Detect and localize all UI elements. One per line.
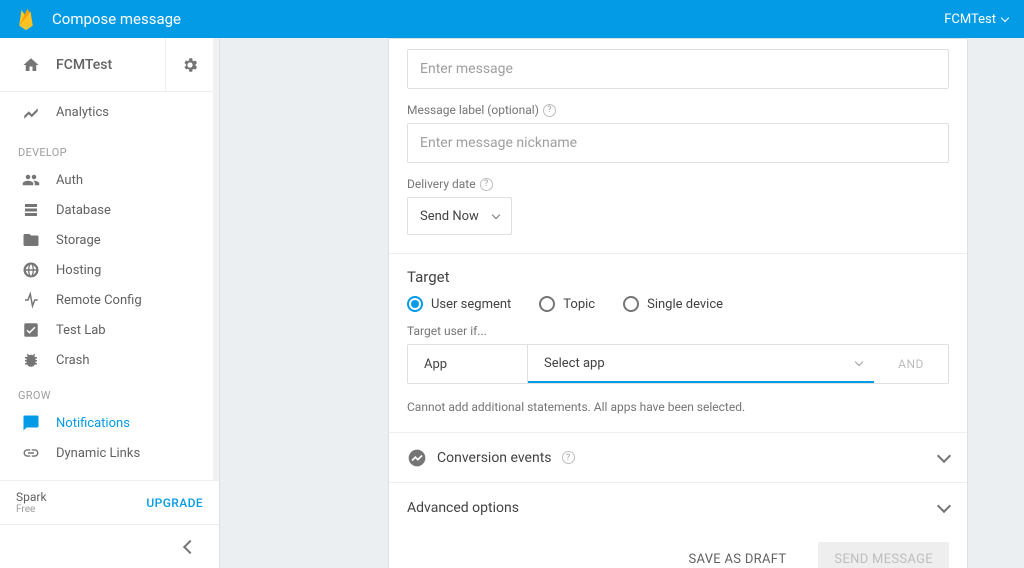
save-draft-button[interactable]: SAVE AS DRAFT [672, 542, 802, 568]
message-label-label: Message label (optional) ? [407, 103, 949, 117]
project-row[interactable]: FCMTest [0, 38, 213, 92]
sidebar-item-label: Analytics [56, 105, 109, 120]
database-icon [22, 201, 40, 219]
chevron-down-icon [855, 357, 863, 365]
sidebar-item-test-lab[interactable]: Test Lab [0, 315, 213, 345]
upgrade-button[interactable]: UPGRADE [146, 496, 203, 510]
analytics-icon [22, 103, 40, 121]
send-message-button[interactable]: SEND MESSAGE [818, 542, 949, 568]
card-footer: SAVE AS DRAFT SEND MESSAGE [389, 532, 967, 568]
target-radio-group: User segment Topic Single device [389, 296, 967, 320]
people-icon [22, 171, 40, 189]
section-label-grow: GROW [0, 375, 213, 408]
sidebar-item-auth[interactable]: Auth [0, 165, 213, 195]
chevron-down-icon [492, 210, 500, 218]
globe-icon [22, 261, 40, 279]
sidebar-item-hosting[interactable]: Hosting [0, 255, 213, 285]
chevron-down-icon [937, 498, 951, 512]
checklist-icon [22, 321, 40, 339]
app-select[interactable]: Select app [528, 345, 874, 383]
chevron-left-icon [183, 539, 197, 553]
project-switcher[interactable]: FCMTest [944, 12, 1008, 27]
section-label-develop: DEVELOP [0, 132, 213, 165]
sidebar-item-notifications[interactable]: Notifications [0, 408, 213, 438]
target-note: Cannot add additional statements. All ap… [389, 384, 967, 432]
target-condition-row: App Select app AND [407, 344, 949, 384]
conversion-events-section[interactable]: Conversion events ? [389, 432, 967, 482]
sidebar-scrollbar[interactable] [213, 38, 219, 388]
message-text-input[interactable] [407, 49, 949, 89]
sidebar-item-database[interactable]: Database [0, 195, 213, 225]
project-switcher-label: FCMTest [944, 12, 996, 27]
radio-topic[interactable]: Topic [539, 296, 595, 312]
advanced-options-section[interactable]: Advanced options [389, 482, 967, 532]
radio-icon [539, 296, 555, 312]
gear-icon [181, 56, 199, 74]
firebase-logo-icon [16, 6, 36, 32]
condition-type[interactable]: App [408, 345, 528, 383]
and-label: AND [874, 345, 948, 383]
radio-icon [407, 296, 423, 312]
sidebar-item-label: Auth [56, 173, 83, 188]
target-section-title: Target [389, 254, 967, 296]
page-title: Compose message [52, 10, 944, 28]
analytics-circle-icon [407, 448, 427, 468]
sidebar-item-label: Storage [56, 233, 101, 248]
delivery-date-value: Send Now [420, 209, 479, 224]
radio-icon [623, 296, 639, 312]
bug-icon [22, 351, 40, 369]
sidebar-item-label: Hosting [56, 263, 101, 278]
sidebar-item-dynamic-links[interactable]: Dynamic Links [0, 438, 213, 468]
sidebar-item-label: Database [56, 203, 111, 218]
plan-name: Spark [16, 490, 146, 504]
chevron-down-icon [937, 448, 951, 462]
collapse-sidebar-button[interactable] [0, 524, 219, 568]
remote-config-icon [22, 291, 40, 309]
sidebar-item-label: Notifications [56, 416, 130, 431]
sidebar: FCMTest Analytics DEVELOP Auth Databas [0, 38, 220, 568]
sidebar-item-crash[interactable]: Crash [0, 345, 213, 375]
home-icon [22, 56, 40, 74]
sidebar-item-remote-config[interactable]: Remote Config [0, 285, 213, 315]
help-icon[interactable]: ? [543, 104, 556, 117]
sidebar-item-label: Crash [56, 353, 90, 368]
plan-tier: Free [16, 504, 146, 515]
delivery-date-label: Delivery date ? [407, 177, 949, 191]
folder-icon [22, 231, 40, 249]
message-label-input[interactable] [407, 123, 949, 163]
chat-icon [22, 414, 40, 432]
settings-button[interactable] [165, 38, 213, 92]
radio-user-segment[interactable]: User segment [407, 296, 511, 312]
topbar: Compose message FCMTest [0, 0, 1024, 38]
link-icon [22, 444, 40, 462]
target-if-label: Target user if... [389, 320, 967, 344]
help-icon[interactable]: ? [562, 451, 575, 464]
help-icon[interactable]: ? [480, 178, 493, 191]
sidebar-item-label: Test Lab [56, 323, 106, 338]
sidebar-item-label: Dynamic Links [56, 446, 140, 461]
radio-single-device[interactable]: Single device [623, 296, 723, 312]
sidebar-item-storage[interactable]: Storage [0, 225, 213, 255]
sidebar-item-analytics[interactable]: Analytics [0, 92, 213, 132]
plan-row: Spark Free UPGRADE [0, 480, 219, 524]
compose-card: Message label (optional) ? Delivery date… [388, 38, 968, 568]
chevron-down-icon [1001, 13, 1009, 21]
sidebar-item-label: Remote Config [56, 293, 142, 308]
delivery-date-select[interactable]: Send Now [407, 197, 512, 235]
project-name: FCMTest [56, 57, 165, 73]
